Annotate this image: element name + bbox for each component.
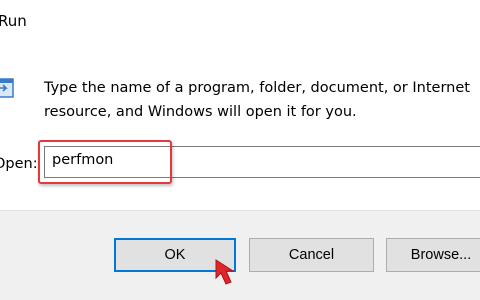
red-pointer-arrow-icon	[215, 259, 235, 285]
run-dialog-icon	[0, 78, 14, 98]
browse-button[interactable]: Browse...	[386, 238, 480, 272]
open-input-value[interactable]: perfmon	[52, 152, 113, 168]
dialog-body	[0, 46, 480, 210]
window-title: Run	[0, 12, 27, 30]
open-field-label: Open:	[0, 156, 38, 172]
description-line-2: resource, and Windows will open it for y…	[44, 104, 357, 120]
dialog-description: Type the name of a program, folder, docu…	[44, 76, 480, 124]
title-bar: Run	[0, 0, 480, 46]
description-line-1: Type the name of a program, folder, docu…	[44, 80, 470, 96]
cancel-button[interactable]: Cancel	[249, 238, 374, 272]
